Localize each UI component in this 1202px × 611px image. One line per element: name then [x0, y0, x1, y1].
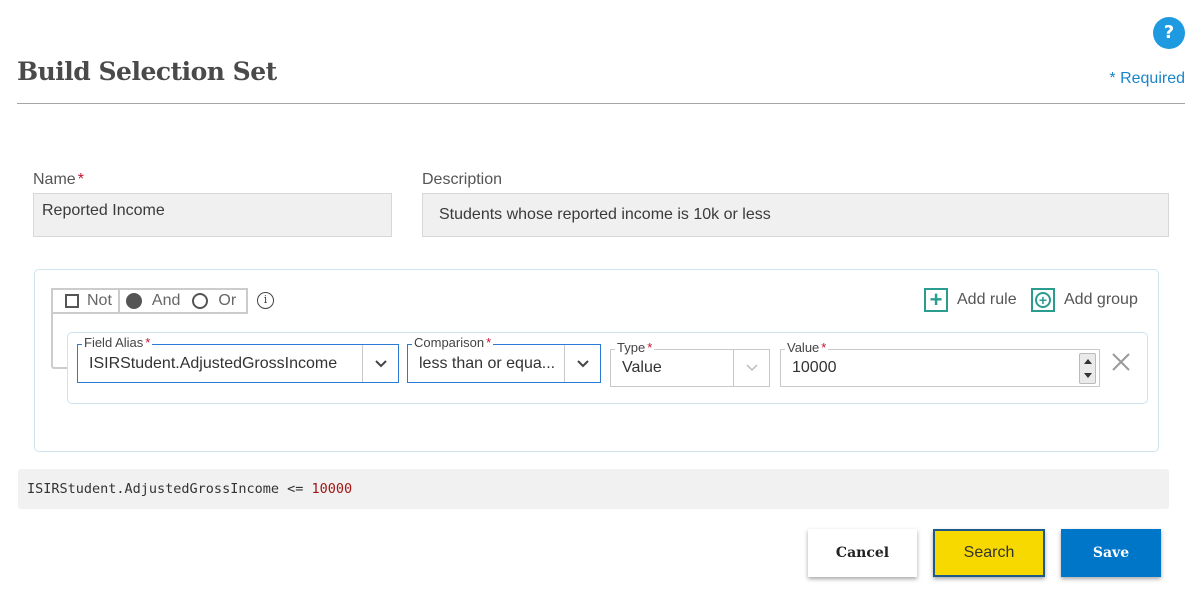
- value-input-value: 10000: [792, 359, 837, 376]
- add-group-label: Add group: [1064, 291, 1138, 308]
- save-button[interactable]: Save: [1061, 529, 1161, 577]
- and-option[interactable]: And: [117, 290, 186, 312]
- add-group-button[interactable]: + Add group: [1031, 288, 1138, 312]
- preview-value: 10000: [311, 481, 353, 497]
- plus-square-icon: +: [924, 288, 948, 312]
- and-label: And: [151, 292, 181, 309]
- comparison-value: less than or equa...: [419, 355, 556, 372]
- name-label-text: Name: [33, 171, 76, 188]
- chevron-down-icon[interactable]: [733, 350, 769, 386]
- chevron-down-icon[interactable]: [362, 345, 398, 382]
- description-label: Description: [422, 171, 502, 189]
- preview-operator: <=: [287, 481, 304, 497]
- not-toggle[interactable]: Not: [53, 290, 118, 312]
- description-input[interactable]: Students whose reported income is 10k or…: [422, 193, 1169, 237]
- search-button[interactable]: Search: [933, 529, 1045, 577]
- description-input-value: Students whose reported income is 10k or…: [439, 206, 771, 223]
- or-option[interactable]: Or: [186, 290, 246, 312]
- spinner-down-icon[interactable]: [1084, 373, 1092, 378]
- and-radio[interactable]: [125, 293, 142, 309]
- preview-field: ISIRStudent.AdjustedGrossIncome: [27, 481, 279, 497]
- field-alias-label: Field Alias *: [82, 335, 153, 350]
- logic-toggle: Not And Or: [51, 288, 249, 314]
- description-label-text: Description: [422, 171, 503, 188]
- field-alias-select[interactable]: Field Alias * ISIRStudent.AdjustedGrossIn…: [77, 336, 399, 383]
- type-value: Value: [622, 359, 662, 376]
- number-spinner[interactable]: [1079, 353, 1096, 384]
- help-button[interactable]: ?: [1153, 17, 1185, 49]
- comparison-select[interactable]: Comparison * less than or equa...: [407, 336, 601, 383]
- field-alias-value: ISIRStudent.AdjustedGrossIncome: [89, 355, 338, 372]
- page-title: Build Selection Set: [17, 57, 277, 86]
- or-label: Or: [218, 292, 237, 309]
- not-label: Not: [87, 292, 112, 309]
- add-rule-label: Add rule: [957, 291, 1017, 308]
- type-label: Type *: [615, 340, 655, 355]
- query-preview: ISIRStudent.AdjustedGrossIncome <= 10000: [18, 469, 1169, 509]
- required-note: * Required: [1109, 70, 1185, 87]
- chevron-down-icon[interactable]: [564, 345, 600, 382]
- value-label: Value *: [785, 340, 829, 355]
- name-input-value: Reported Income: [42, 202, 165, 219]
- or-radio[interactable]: [192, 293, 209, 309]
- info-icon[interactable]: i: [257, 292, 274, 309]
- cancel-button[interactable]: Cancel: [808, 529, 917, 577]
- remove-rule-icon[interactable]: [1110, 351, 1132, 373]
- spinner-up-icon[interactable]: [1084, 359, 1092, 364]
- title-divider: [17, 103, 1185, 104]
- name-input[interactable]: Reported Income: [33, 193, 392, 237]
- comparison-label: Comparison *: [412, 335, 494, 350]
- value-input[interactable]: Value * 10000: [780, 341, 1100, 387]
- add-rule-button[interactable]: + Add rule: [924, 288, 1017, 312]
- type-select[interactable]: Type * Value: [610, 341, 770, 387]
- plus-circle-icon: +: [1031, 288, 1055, 312]
- not-checkbox[interactable]: [65, 294, 79, 308]
- name-label: Name *: [33, 171, 84, 189]
- required-star: *: [77, 171, 84, 188]
